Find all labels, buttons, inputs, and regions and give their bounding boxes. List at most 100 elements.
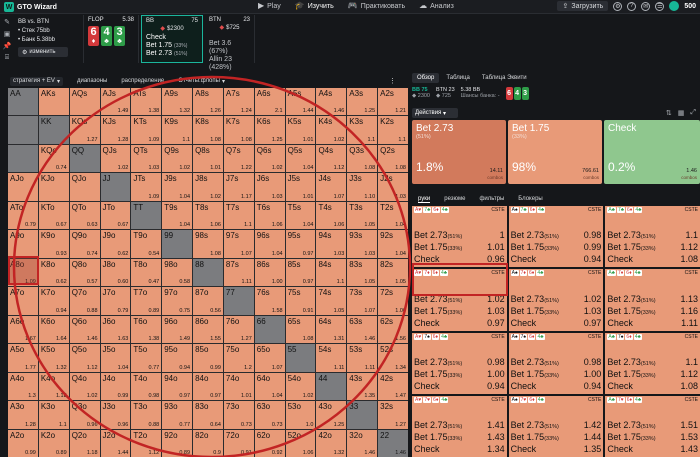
hand-cell[interactable]: 98o 0.58 [162, 258, 193, 287]
combo-card[interactable]: A♥ 7♥ 6♦ 4♣ CSTE Bet 2.73(51%) 1.41 Bet 1.75(33… [412, 395, 507, 457]
hand-cell[interactable]: K4o 1.18 [38, 372, 69, 401]
hand-cell[interactable]: 42o 1.32 [316, 429, 347, 457]
hand-cell[interactable]: 93o 0.77 [162, 401, 193, 429]
hand-cell[interactable]: 54s 1.11 [316, 344, 347, 372]
hand-cell[interactable]: 86o 1.55 [193, 315, 223, 344]
hand-cell[interactable]: KK [38, 116, 69, 144]
hand-cell[interactable]: A9o [8, 230, 38, 258]
hand-cell[interactable]: T4s 1.06 [316, 201, 347, 230]
hand-cell[interactable]: 22 1.46 [378, 429, 408, 457]
hand-cell[interactable]: 65s 1.08 [285, 315, 316, 344]
hand-cell[interactable]: 32s 1.27 [378, 401, 408, 429]
hand-cell[interactable]: 52o 1.06 [285, 429, 316, 457]
flop-panel[interactable]: FLOP 5.38 6 ♦ 4 ♣ 3 ♣ [84, 15, 139, 63]
hand-cell[interactable]: K6o 1.64 [38, 315, 69, 344]
hand-cell[interactable]: K6s 1.25 [254, 116, 285, 144]
hand-cell[interactable]: K7s 1.08 [223, 116, 254, 144]
hand-cell[interactable]: J4o 0.99 [100, 372, 131, 401]
save-icon[interactable]: ▣ [4, 30, 11, 38]
hand-cell[interactable]: T2o 1.12 [131, 429, 162, 457]
hand-cell[interactable]: J7s 1.17 [223, 173, 254, 201]
help-icon[interactable]: ? [627, 1, 637, 11]
hand-cell[interactable]: A4s 1.46 [316, 88, 347, 116]
hand-cell[interactable]: K2o 0.89 [38, 429, 69, 457]
hand-cell[interactable]: 96s 1.04 [254, 230, 285, 258]
hand-cell[interactable]: J3o 0.96 [100, 401, 131, 429]
hand-cell[interactable]: JTs 1.09 [131, 173, 162, 201]
grid-icon[interactable]: ▦ [678, 109, 685, 117]
hand-cell[interactable]: T9o 0.54 [131, 230, 162, 258]
hand-cell[interactable]: KQo 0.74 [38, 144, 69, 173]
hand-cell[interactable]: 65o 1.07 [254, 344, 285, 372]
hand-cell[interactable]: 84s 1.1 [316, 258, 347, 287]
hand-cell[interactable]: KJs 1.28 [100, 116, 131, 144]
combo-card[interactable]: A♥ 7♣ 6♦ 4♣ CSTE Bet 2.73(51%) 1 Bet 1.75(33%) 1… [412, 206, 507, 268]
hand-cell[interactable]: 87s 1.11 [223, 258, 254, 287]
hand-cell[interactable]: Q6o 1.46 [69, 315, 100, 344]
bb-action-bet-large[interactable]: Bet 2.73 (51%) [146, 50, 198, 58]
hand-cell[interactable]: 99 [162, 230, 193, 258]
hand-cell[interactable]: 95o 0.94 [162, 344, 193, 372]
hand-cell[interactable]: QJo [69, 173, 100, 201]
change-button[interactable]: ⚙ изменить [18, 47, 68, 57]
hand-cell[interactable]: Q7s 1.22 [223, 144, 254, 173]
hand-cell[interactable]: Q3o 0.96 [69, 401, 100, 429]
hand-cell[interactable]: 42s 1.47 [378, 372, 408, 401]
notification-icon[interactable]: ✉ [641, 1, 651, 11]
combo-card[interactable]: A♥ 7♦ 6♦ 4♣ CSTE Bet 2.73(51%) 1.02 Bet 1.75(33… [412, 269, 507, 331]
hand-cell[interactable]: 94s 1.03 [316, 230, 347, 258]
hand-cell[interactable]: 33 [347, 401, 378, 429]
hand-cell[interactable]: 63o 0.73 [254, 401, 285, 429]
hand-cell[interactable]: 87o 0.56 [193, 287, 223, 315]
nav-study[interactable]: 🎓 Изучить [295, 2, 334, 10]
settings-icon[interactable]: ☰ [655, 1, 665, 11]
hand-cell[interactable]: QQ [69, 144, 100, 173]
hand-cell[interactable]: K8s 1.08 [193, 116, 223, 144]
hand-cell[interactable]: K2s 1.1 [378, 116, 408, 144]
tab-overview[interactable]: Обзор [412, 72, 440, 83]
tab-filters[interactable]: фильтры [479, 196, 504, 202]
btn-action-allin[interactable]: Allin 23 (428%) [209, 56, 250, 72]
hand-cell[interactable]: 98s 1.08 [193, 230, 223, 258]
combo-card[interactable]: A♥ 7♠ 6♦ 4♣ CSTE Bet 2.73(51%) 0.98 Bet 1.75(33… [412, 332, 507, 394]
hand-cell[interactable]: ATs 1.38 [131, 88, 162, 116]
hand-cell[interactable]: J8s 1.02 [193, 173, 223, 201]
hand-cell[interactable]: 86s 1.00 [254, 258, 285, 287]
hand-cell[interactable]: 97o 0.75 [162, 287, 193, 315]
hand-cell[interactable]: A3o 1.28 [8, 401, 38, 429]
hand-cell[interactable]: KQs 1.27 [69, 116, 100, 144]
hand-cell[interactable]: J6o 1.63 [100, 315, 131, 344]
hand-cell[interactable]: T8o 0.47 [131, 258, 162, 287]
hand-cell[interactable]: K5o 1.32 [38, 344, 69, 372]
hand-cell[interactable]: 73o 0.73 [223, 401, 254, 429]
hand-cell[interactable]: 76o 1.27 [223, 315, 254, 344]
reports-dropdown[interactable]: Отчеты:флопы ▾ [178, 78, 225, 85]
hand-cell[interactable]: A9s 1.32 [162, 88, 193, 116]
hand-cell[interactable]: 74o 1.01 [223, 372, 254, 401]
hand-cell[interactable]: J8o 0.60 [100, 258, 131, 287]
hand-cell[interactable]: Q8s 1.01 [193, 144, 223, 173]
hand-cell[interactable]: Q5o 1.12 [69, 344, 100, 372]
expand-icon[interactable]: ⤢ [690, 109, 696, 117]
hand-cell[interactable]: T6o 1.38 [131, 315, 162, 344]
distribution-tab[interactable]: распределение [121, 78, 164, 84]
hand-cell[interactable]: 72s 1.06 [378, 287, 408, 315]
bb-node-panel[interactable]: BB 75 ◆ $2300 Check Bet 1.75 (33%) Bet 2.7… [141, 15, 203, 63]
avatar[interactable] [669, 1, 680, 11]
hand-cell[interactable]: 53o 1.0 [285, 401, 316, 429]
hand-cell[interactable]: 62o 0.92 [254, 429, 285, 457]
hand-cell[interactable]: 83s 1.05 [347, 258, 378, 287]
hand-cell[interactable]: 93s 1.03 [347, 230, 378, 258]
combo-card[interactable]: A♠ 7♣ 6♦ 4♣ CSTE Bet 2.73(51%) 0.98 Bet 1.75(33… [508, 206, 604, 268]
hand-cell[interactable]: T9s 1.04 [162, 201, 193, 230]
hand-cell[interactable]: QTs 1.03 [131, 144, 162, 173]
hand-cell[interactable]: A2s 1.21 [378, 88, 408, 116]
hand-cell[interactable]: A2o 0.99 [8, 429, 38, 457]
hand-cell[interactable]: T3o 0.88 [131, 401, 162, 429]
btn-action-bet[interactable]: Bet 3.6 (67%) [209, 40, 250, 56]
hand-cell[interactable]: T5s 1.04 [285, 201, 316, 230]
hand-cell[interactable]: 97s 1.07 [223, 230, 254, 258]
hand-cell[interactable]: A7o [8, 287, 38, 315]
hand-cell[interactable]: 63s 1.46 [347, 315, 378, 344]
hand-cell[interactable]: A7s 1.24 [223, 88, 254, 116]
